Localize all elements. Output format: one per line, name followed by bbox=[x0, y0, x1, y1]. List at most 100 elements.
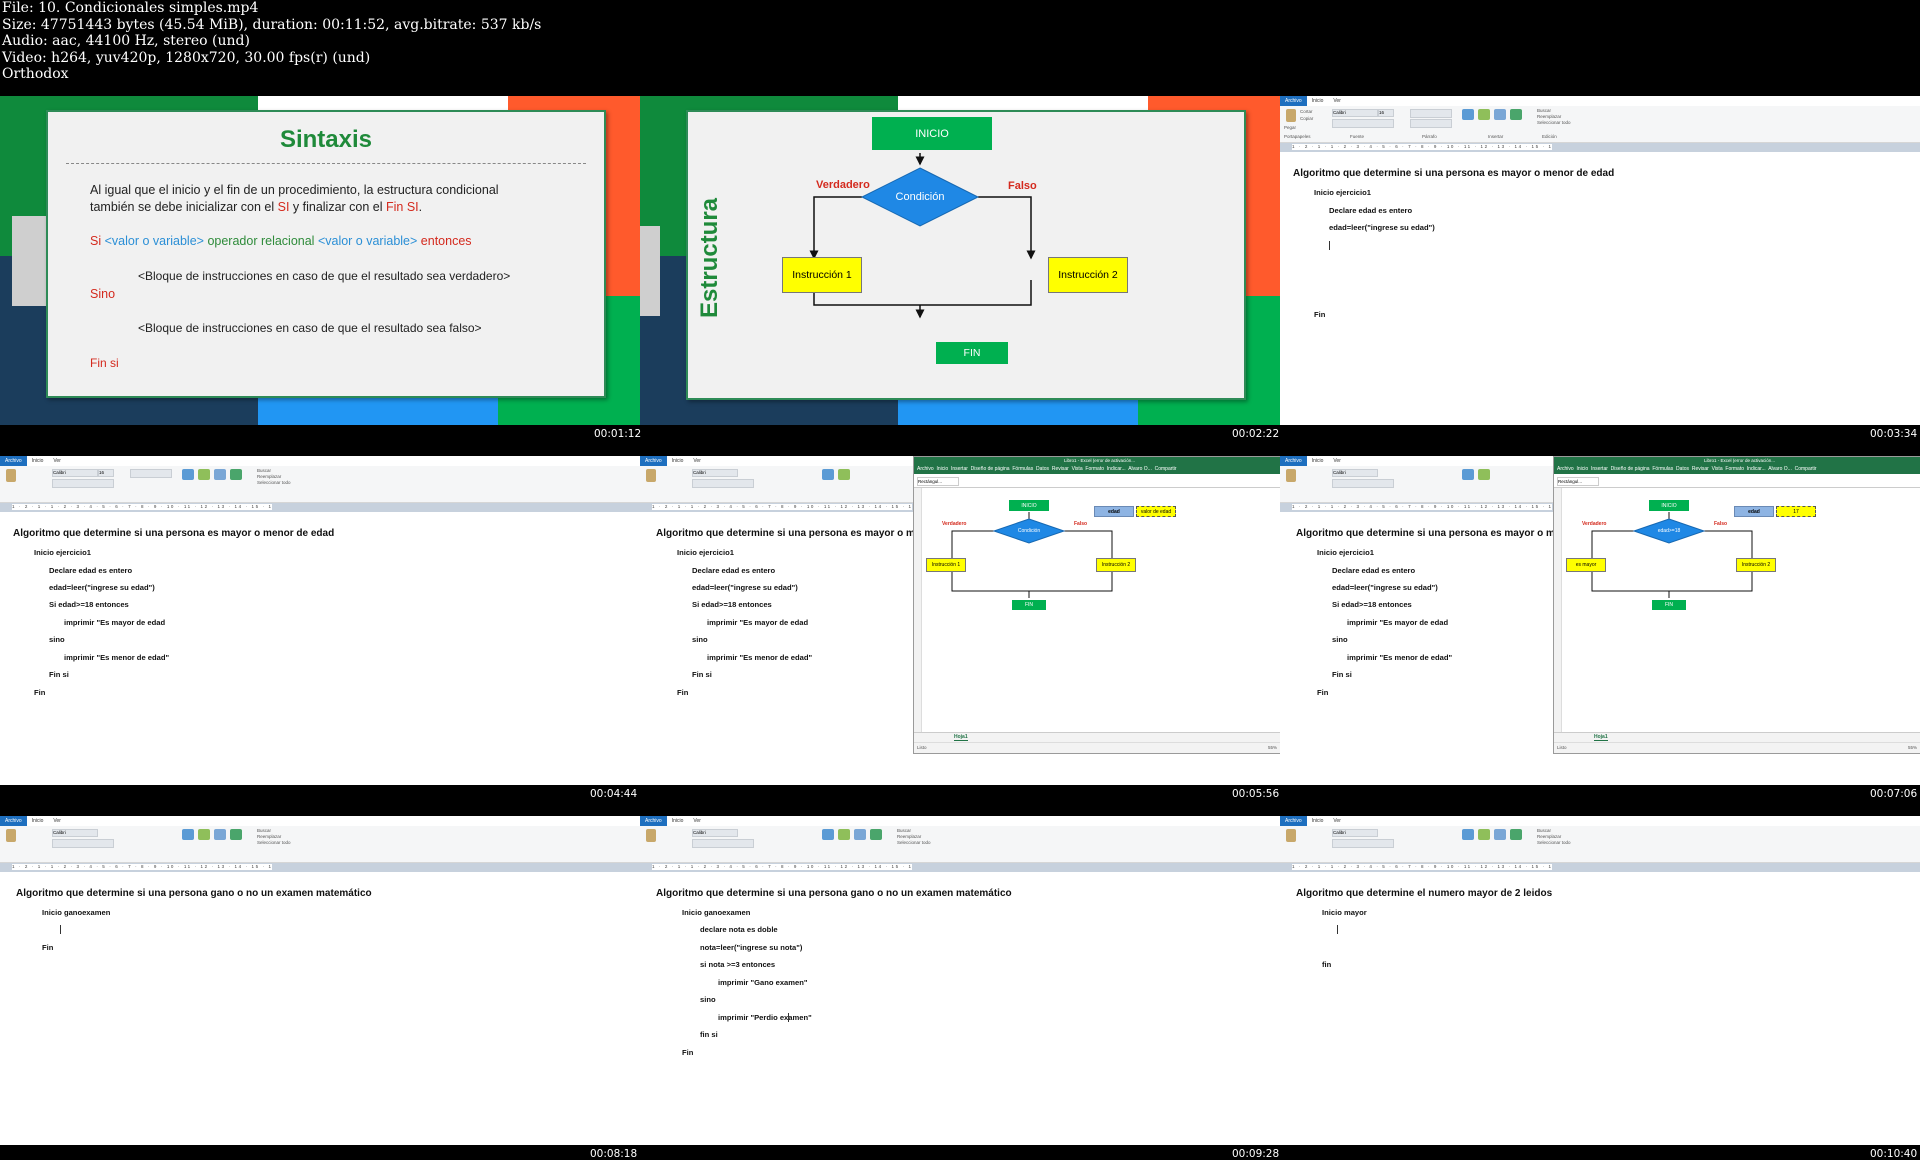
menu-diseno[interactable]: Diseño de página bbox=[1611, 466, 1650, 472]
tab-ver[interactable]: Ver bbox=[688, 456, 706, 466]
sheet-tab[interactable]: Hoja1 bbox=[954, 734, 968, 741]
menu-vista[interactable]: Vista bbox=[1072, 466, 1083, 472]
calendar-icon[interactable] bbox=[214, 829, 226, 840]
node-instruccion-1[interactable]: Instrucción 1 bbox=[926, 558, 966, 572]
formula-bar[interactable]: Rectángul... bbox=[914, 475, 1280, 488]
thumbnail-8[interactable]: Archivo Inicio Ver Calibri Buscar Reemplaz… bbox=[640, 816, 1280, 1145]
tab-archivo[interactable]: Archivo bbox=[1280, 816, 1307, 826]
sheet-tab[interactable]: Hoja1 bbox=[1594, 734, 1608, 741]
replace-button[interactable]: Reemplazar bbox=[1537, 834, 1561, 839]
menu-archivo[interactable]: Archivo bbox=[1557, 466, 1574, 472]
tab-archivo[interactable]: Archivo bbox=[640, 456, 667, 466]
document-area[interactable]: Algoritmo que determine si una persona g… bbox=[0, 873, 640, 1145]
tab-ver[interactable]: Ver bbox=[1328, 816, 1346, 826]
menu-formato[interactable]: Formato bbox=[1085, 466, 1104, 472]
object-icon[interactable] bbox=[230, 469, 242, 480]
document-area[interactable]: Algoritmo que determine si una persona g… bbox=[640, 873, 1280, 1145]
paint-icon[interactable] bbox=[1478, 829, 1490, 840]
thumbnail-5[interactable]: Archivo Inicio Ver Calibri 1 · 2 · 1 · 1 ·… bbox=[640, 456, 1280, 785]
menu-user[interactable]: Alvaro O... bbox=[1768, 466, 1792, 472]
menu-insertar[interactable]: Insertar bbox=[951, 466, 968, 472]
select-all-button[interactable]: Seleccionar todo bbox=[257, 840, 291, 845]
variable-value[interactable]: valor de edad bbox=[1136, 506, 1176, 517]
image-icon[interactable] bbox=[182, 829, 194, 840]
thumbnail-2[interactable]: Estructura INICIO Condición Verdadero Fa… bbox=[640, 96, 1280, 425]
format-buttons[interactable] bbox=[692, 839, 754, 848]
thumbnail-1[interactable]: Sintaxis Al igual que el inicio y el fin… bbox=[0, 96, 640, 425]
paste-icon[interactable] bbox=[1286, 829, 1296, 842]
select-all-button[interactable]: Seleccionar todo bbox=[257, 480, 291, 485]
replace-button[interactable]: Reemplazar bbox=[257, 474, 281, 479]
node-inicio[interactable]: INICIO bbox=[1009, 500, 1049, 511]
paragraph-buttons[interactable] bbox=[130, 469, 172, 478]
tab-inicio[interactable]: Inicio bbox=[667, 456, 689, 466]
image-icon[interactable] bbox=[1462, 469, 1474, 480]
sheet-grid[interactable]: INICIO edad>=18 Verdadero Falso es mayor… bbox=[1554, 488, 1920, 733]
thumbnail-3[interactable]: Archivo Inicio Ver Pegar Cortar Copiar Cal… bbox=[1280, 96, 1920, 425]
menu-inicio[interactable]: Inicio bbox=[936, 466, 948, 472]
zoom-level[interactable]: 55% bbox=[1268, 745, 1277, 750]
paste-icon[interactable] bbox=[6, 469, 16, 482]
format-buttons[interactable] bbox=[52, 839, 114, 848]
tab-archivo[interactable]: Archivo bbox=[0, 456, 27, 466]
tab-inicio[interactable]: Inicio bbox=[667, 816, 689, 826]
tab-archivo[interactable]: Archivo bbox=[640, 816, 667, 826]
node-instruccion-2[interactable]: Instrucción 2 bbox=[1096, 558, 1136, 572]
paste-icon[interactable] bbox=[6, 829, 16, 842]
menu-datos[interactable]: Datos bbox=[1036, 466, 1049, 472]
select-all-button[interactable]: Seleccionar todo bbox=[1537, 120, 1571, 125]
paste-icon[interactable] bbox=[1286, 469, 1296, 482]
object-icon[interactable] bbox=[870, 829, 882, 840]
calendar-icon[interactable] bbox=[854, 829, 866, 840]
calendar-icon[interactable] bbox=[1494, 829, 1506, 840]
menu-revisar[interactable]: Revisar bbox=[1052, 466, 1069, 472]
tab-archivo[interactable]: Archivo bbox=[0, 816, 27, 826]
format-buttons[interactable] bbox=[52, 479, 114, 488]
image-icon[interactable] bbox=[1462, 829, 1474, 840]
tab-ver[interactable]: Ver bbox=[1328, 96, 1346, 106]
paint-icon[interactable] bbox=[838, 469, 850, 480]
paint-icon[interactable] bbox=[198, 829, 210, 840]
menu-datos[interactable]: Datos bbox=[1676, 466, 1689, 472]
format-buttons[interactable] bbox=[1332, 839, 1394, 848]
menu-user[interactable]: Alvaro O... bbox=[1128, 466, 1152, 472]
thumbnail-6[interactable]: Archivo Inicio Ver Calibri 1 · 2 · 1 · 1 ·… bbox=[1280, 456, 1920, 785]
tab-inicio[interactable]: Inicio bbox=[27, 816, 49, 826]
node-instruccion-2[interactable]: Instrucción 2 bbox=[1736, 558, 1776, 572]
font-name-select[interactable]: Calibri bbox=[1332, 469, 1378, 477]
font-name-select[interactable]: Calibri bbox=[692, 469, 738, 477]
find-button[interactable]: Buscar bbox=[257, 468, 271, 473]
paint-icon[interactable] bbox=[198, 469, 210, 480]
menu-insertar[interactable]: Insertar bbox=[1591, 466, 1608, 472]
zoom-level[interactable]: 55% bbox=[1908, 745, 1917, 750]
menu-archivo[interactable]: Archivo bbox=[917, 466, 934, 472]
find-button[interactable]: Buscar bbox=[257, 828, 271, 833]
document-area[interactable]: Algoritmo que determine si una persona e… bbox=[1280, 153, 1920, 425]
menu-indicar[interactable]: Indicar... bbox=[1747, 466, 1766, 472]
tab-ver[interactable]: Ver bbox=[688, 816, 706, 826]
format-buttons[interactable] bbox=[692, 479, 754, 488]
tab-archivo[interactable]: Archivo bbox=[1280, 96, 1307, 106]
replace-button[interactable]: Reemplazar bbox=[897, 834, 921, 839]
tab-ver[interactable]: Ver bbox=[1328, 456, 1346, 466]
thumbnail-4[interactable]: Archivo Inicio Ver Calibri 16 Buscar Reemp… bbox=[0, 456, 640, 785]
node-fin[interactable]: FIN bbox=[1012, 600, 1046, 610]
font-name-select[interactable]: Calibri bbox=[692, 829, 738, 837]
name-box[interactable]: Rectángul... bbox=[1557, 477, 1599, 486]
select-all-button[interactable]: Seleccionar todo bbox=[1537, 840, 1571, 845]
tab-archivo[interactable]: Archivo bbox=[1280, 456, 1307, 466]
thumbnail-9[interactable]: Archivo Inicio Ver Calibri Buscar Reemplaz… bbox=[1280, 816, 1920, 1145]
image-icon[interactable] bbox=[1462, 109, 1474, 120]
font-name-select[interactable]: Calibri bbox=[1332, 109, 1378, 117]
format-buttons[interactable] bbox=[1332, 479, 1394, 488]
paragraph-buttons[interactable] bbox=[1410, 109, 1452, 118]
replace-button[interactable]: Reemplazar bbox=[1537, 114, 1561, 119]
object-icon[interactable] bbox=[1510, 829, 1522, 840]
object-icon[interactable] bbox=[1510, 109, 1522, 120]
variable-value[interactable]: 17 bbox=[1776, 506, 1816, 517]
menu-revisar[interactable]: Revisar bbox=[1692, 466, 1709, 472]
paste-icon[interactable] bbox=[646, 469, 656, 482]
paint-icon[interactable] bbox=[1478, 469, 1490, 480]
paint-icon[interactable] bbox=[1478, 109, 1490, 120]
copy-label[interactable]: Copiar bbox=[1300, 116, 1313, 121]
